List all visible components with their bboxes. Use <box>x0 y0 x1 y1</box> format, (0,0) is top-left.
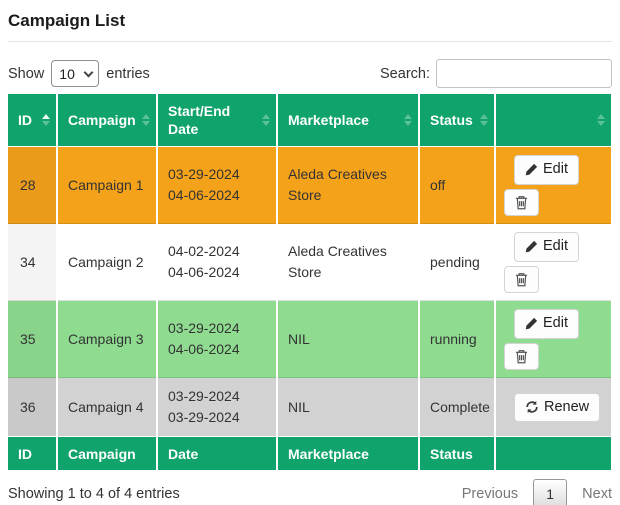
cell-campaign: Campaign 1 <box>57 147 157 224</box>
cell-status: running <box>419 301 495 378</box>
cell-id: 28 <box>8 147 57 224</box>
table-row: 34 Campaign 2 04-02-2024 04-06-2024 Aled… <box>8 224 612 301</box>
header-actions[interactable] <box>495 94 612 147</box>
cell-marketplace: NIL <box>277 301 419 378</box>
cell-marketplace: NIL <box>277 378 419 437</box>
footer-date: Date <box>157 437 277 470</box>
search-input[interactable] <box>436 59 612 88</box>
sort-icon <box>597 114 605 126</box>
sort-icon <box>142 114 150 126</box>
sort-icon <box>42 114 50 126</box>
cell-actions: Edit <box>495 301 612 378</box>
cell-dates: 03-29-2024 04-06-2024 <box>157 301 277 378</box>
pencil-icon <box>525 317 538 330</box>
cell-campaign: Campaign 4 <box>57 378 157 437</box>
footer-marketplace: Marketplace <box>277 437 419 470</box>
table-row: 36 Campaign 4 03-29-2024 03-29-2024 NIL … <box>8 378 612 437</box>
title-divider <box>8 41 612 42</box>
table-footer-row: ID Campaign Date Marketplace Status <box>8 437 612 470</box>
table-row: 28 Campaign 1 03-29-2024 04-06-2024 Aled… <box>8 147 612 224</box>
header-date[interactable]: Start/End Date <box>157 94 277 147</box>
edit-button[interactable]: Edit <box>514 309 579 338</box>
cell-dates: 03-29-2024 04-06-2024 <box>157 147 277 224</box>
pagination: Previous 1 Next <box>462 479 612 505</box>
trash-icon <box>515 349 528 364</box>
renew-button[interactable]: Renew <box>514 393 600 422</box>
search-label: Search: <box>380 66 430 82</box>
footer-actions <box>495 437 612 470</box>
footer-campaign: Campaign <box>57 437 157 470</box>
cell-status: Complete <box>419 378 495 437</box>
table-summary: Showing 1 to 4 of 4 entries <box>8 486 180 502</box>
footer-id: ID <box>8 437 57 470</box>
campaign-list-page: Campaign List Show 10 entries Search: <box>0 0 620 505</box>
delete-button[interactable] <box>504 343 539 370</box>
page-length-control: Show 10 entries <box>8 60 150 87</box>
sort-icon <box>404 114 412 126</box>
cell-actions: Edit <box>495 147 612 224</box>
refresh-icon <box>525 400 539 414</box>
sort-icon <box>262 114 270 126</box>
header-campaign[interactable]: Campaign <box>57 94 157 147</box>
table-info-bar: Showing 1 to 4 of 4 entries Previous 1 N… <box>8 479 612 505</box>
cell-campaign: Campaign 2 <box>57 224 157 301</box>
entries-label: entries <box>106 66 150 82</box>
delete-button[interactable] <box>504 189 539 216</box>
page-title: Campaign List <box>8 10 612 32</box>
header-status[interactable]: Status <box>419 94 495 147</box>
trash-icon <box>515 272 528 287</box>
header-id[interactable]: ID <box>8 94 57 147</box>
cell-actions: Edit <box>495 224 612 301</box>
pagination-previous[interactable]: Previous <box>462 486 518 502</box>
cell-status: pending <box>419 224 495 301</box>
search-control: Search: <box>380 59 612 88</box>
cell-dates: 03-29-2024 03-29-2024 <box>157 378 277 437</box>
edit-button[interactable]: Edit <box>514 155 579 184</box>
cell-marketplace: Aleda Creatives Store <box>277 224 419 301</box>
header-marketplace[interactable]: Marketplace <box>277 94 419 147</box>
delete-button[interactable] <box>504 266 539 293</box>
cell-actions: Renew <box>495 378 612 437</box>
cell-id: 35 <box>8 301 57 378</box>
pencil-icon <box>525 240 538 253</box>
entries-select-wrap: 10 <box>51 60 99 87</box>
pencil-icon <box>525 163 538 176</box>
edit-button[interactable]: Edit <box>514 232 579 261</box>
table-row: 35 Campaign 3 03-29-2024 04-06-2024 NIL … <box>8 301 612 378</box>
sort-icon <box>480 114 488 126</box>
cell-dates: 04-02-2024 04-06-2024 <box>157 224 277 301</box>
table-controls: Show 10 entries Search: <box>8 59 612 88</box>
cell-marketplace: Aleda Creatives Store <box>277 147 419 224</box>
table-header-row: ID Campaign Start/End Date Marketplace S… <box>8 94 612 147</box>
cell-campaign: Campaign 3 <box>57 301 157 378</box>
trash-icon <box>515 195 528 210</box>
entries-select[interactable]: 10 <box>51 60 99 87</box>
pagination-next[interactable]: Next <box>582 486 612 502</box>
cell-id: 36 <box>8 378 57 437</box>
cell-id: 34 <box>8 224 57 301</box>
pagination-page-1[interactable]: 1 <box>533 479 567 505</box>
cell-status: off <box>419 147 495 224</box>
show-label: Show <box>8 66 44 82</box>
campaign-table: ID Campaign Start/End Date Marketplace S… <box>8 94 613 470</box>
footer-status: Status <box>419 437 495 470</box>
